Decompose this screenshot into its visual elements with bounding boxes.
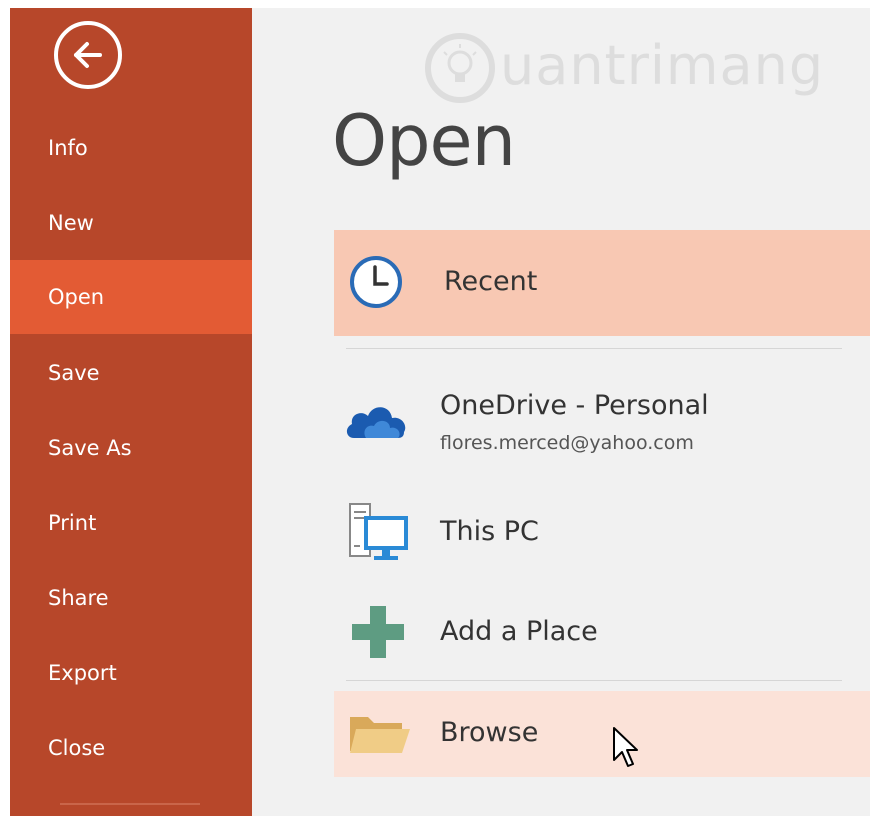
- nav-item-close[interactable]: Close: [10, 711, 252, 785]
- place-onedrive[interactable]: OneDrive - Personal flores.merced@yahoo.…: [334, 368, 870, 478]
- open-panel: uantrimang Open Recent OneDrive - Person…: [252, 8, 870, 816]
- place-browse[interactable]: Browse: [334, 691, 870, 777]
- watermark-text: uantrimang: [500, 34, 825, 97]
- backstage-sidebar: Info New Open Save Save As Print Share E…: [10, 8, 252, 816]
- cloud-icon: [346, 407, 406, 438]
- place-browse-label: Browse: [440, 717, 539, 748]
- divider: [346, 348, 842, 349]
- sidebar-divider: [60, 803, 200, 805]
- onedrive-account-email: flores.merced@yahoo.com: [440, 432, 694, 454]
- nav-item-export[interactable]: Export: [10, 636, 252, 710]
- mouse-cursor-icon: [613, 727, 638, 767]
- lightbulb-logo-icon: [425, 33, 495, 103]
- place-this-pc-label: This PC: [440, 516, 539, 547]
- place-this-pc[interactable]: This PC: [334, 490, 870, 580]
- nav-item-new[interactable]: New: [10, 186, 252, 260]
- place-add-a-place-label: Add a Place: [440, 616, 598, 647]
- nav-item-save-as[interactable]: Save As: [10, 411, 252, 485]
- place-add-a-place[interactable]: Add a Place: [334, 588, 870, 678]
- divider: [346, 680, 842, 681]
- back-arrow-icon: [74, 42, 102, 68]
- watermark: uantrimang: [422, 26, 862, 110]
- nav-item-open[interactable]: Open: [10, 260, 252, 334]
- place-recent-label: Recent: [444, 266, 538, 297]
- backstage-window: Info New Open Save Save As Print Share E…: [0, 0, 870, 820]
- back-button[interactable]: [54, 21, 122, 89]
- nav-item-info[interactable]: Info: [10, 111, 252, 185]
- computer-icon: [349, 503, 408, 560]
- nav-item-save[interactable]: Save: [10, 336, 252, 410]
- folder-icon: [350, 717, 410, 753]
- plus-icon: [352, 606, 404, 658]
- place-recent[interactable]: Recent: [334, 230, 870, 336]
- nav-item-print[interactable]: Print: [10, 486, 252, 560]
- clock-icon: [350, 256, 402, 308]
- place-onedrive-label: OneDrive - Personal: [440, 390, 709, 421]
- page-title: Open: [332, 100, 516, 182]
- nav-item-share[interactable]: Share: [10, 561, 252, 635]
